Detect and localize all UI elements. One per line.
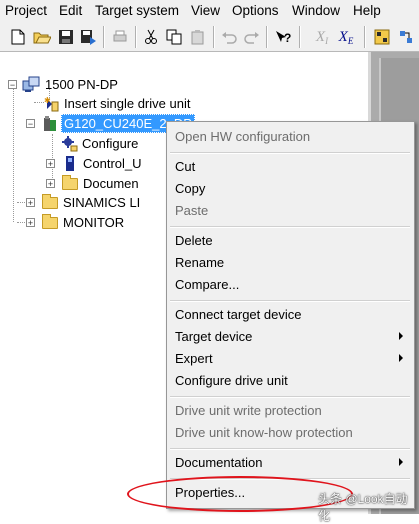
toggle-x-i-text: X <box>315 28 326 45</box>
tree-item-insert-drive-label: Insert single drive unit <box>64 96 191 111</box>
context-help-icon[interactable]: ? <box>273 27 293 47</box>
menu-item-label: Copy <box>175 181 206 196</box>
menu-item-knowhow-protection[interactable]: Drive unit know-how protection <box>175 423 407 443</box>
menu-item-label: Configure drive unit <box>175 373 288 388</box>
menu-item-label: Connect target device <box>175 307 302 322</box>
folder-icon <box>42 214 58 229</box>
folder-icon <box>62 175 78 190</box>
expand-icon[interactable]: + <box>46 179 55 189</box>
expand-icon[interactable]: + <box>26 198 35 208</box>
watermark: 头条 @Look自动化 <box>318 492 408 523</box>
toolbar-separator <box>135 26 137 48</box>
toggle-x-e-icon[interactable]: XE <box>336 27 356 47</box>
menu-item-label: Documentation <box>175 455 263 470</box>
menu-item-open-hw-config[interactable]: Open HW configuration <box>175 127 407 147</box>
menu-help[interactable]: Help <box>353 3 381 18</box>
grid-yellow-icon[interactable] <box>372 27 392 47</box>
menu-item-delete[interactable]: Delete <box>175 231 407 251</box>
menu-item-connect-target[interactable]: Connect target device <box>175 305 407 325</box>
toggle-x-i-icon[interactable]: XI <box>312 27 332 47</box>
new-icon[interactable] <box>8 27 28 47</box>
menu-view[interactable]: View <box>191 3 220 18</box>
insert-star-icon: ✱ <box>44 96 60 115</box>
menu-options[interactable]: Options <box>232 3 279 18</box>
svg-text:?: ? <box>284 31 291 45</box>
tree-item-control-unit-label: Control_U <box>83 156 142 171</box>
undo-icon[interactable] <box>219 27 239 47</box>
toggle-x-i-subscript: I <box>325 36 329 46</box>
tree-line <box>34 102 44 103</box>
svg-text:✱: ✱ <box>44 96 51 105</box>
copy-icon[interactable] <box>164 27 184 47</box>
tree-item-monitor-label: MONITOR <box>63 215 125 230</box>
menu-bar: Project Edit Target system View Options … <box>0 0 419 22</box>
save-compile-icon[interactable] <box>79 27 99 47</box>
toolbar-separator <box>103 26 105 48</box>
toggle-x-e-subscript: E <box>347 36 354 46</box>
tree-item-documentation-label: Documen <box>83 176 139 191</box>
menu-item-rename[interactable]: Rename <box>175 253 407 273</box>
menu-target-system[interactable]: Target system <box>95 3 179 18</box>
menu-separator <box>170 448 410 450</box>
collapse-icon[interactable]: − <box>26 119 35 129</box>
menu-item-label: Compare... <box>175 277 240 292</box>
menu-item-label: Target device <box>175 329 253 344</box>
save-icon[interactable] <box>56 27 76 47</box>
submenu-arrow-icon <box>399 354 403 362</box>
menu-separator <box>170 226 410 228</box>
toolbar: ? XI XE <box>0 22 419 52</box>
menu-item-label: Expert <box>175 351 213 366</box>
menu-separator <box>170 396 410 398</box>
menu-edit[interactable]: Edit <box>59 3 82 18</box>
expand-icon[interactable]: + <box>46 159 55 169</box>
menu-item-expert[interactable]: Expert <box>175 349 407 369</box>
menu-separator <box>170 300 410 302</box>
menu-item-write-protection[interactable]: Drive unit write protection <box>175 401 407 421</box>
folder-icon <box>42 194 58 209</box>
tree-root-label: 1500 PN-DP <box>45 77 118 92</box>
menu-item-documentation[interactable]: Documentation <box>175 453 407 473</box>
expand-icon[interactable]: + <box>26 218 35 228</box>
toolbar-separator <box>213 26 215 48</box>
menu-item-label: Paste <box>175 203 209 218</box>
toolbar-separator <box>299 26 301 48</box>
menu-item-copy[interactable]: Copy <box>175 179 407 199</box>
station-icon <box>22 76 40 96</box>
context-menu: Open HW configuration Cut Copy Paste Del… <box>166 121 415 509</box>
redo-icon[interactable] <box>242 27 262 47</box>
control-unit-icon <box>62 155 78 175</box>
toolbar-separator <box>266 26 268 48</box>
menu-item-cut[interactable]: Cut <box>175 157 407 177</box>
menu-item-configure-drive[interactable]: Configure drive unit <box>175 371 407 391</box>
menu-separator <box>170 152 410 154</box>
menu-item-label: Cut <box>175 159 196 174</box>
menu-project[interactable]: Project <box>5 3 47 18</box>
menu-item-label: Drive unit know-how protection <box>175 425 353 440</box>
submenu-arrow-icon <box>399 332 403 340</box>
drive-icon <box>42 115 58 135</box>
toolbar-separator <box>364 26 366 48</box>
tree-item-configure-label: Configure <box>82 136 139 151</box>
paste-icon[interactable] <box>188 27 208 47</box>
menu-item-target-device[interactable]: Target device <box>175 327 407 347</box>
tree-item-sinamics-label: SINAMICS LI <box>63 195 141 210</box>
menu-item-label: Delete <box>175 233 213 248</box>
gear-icon <box>62 136 78 155</box>
menu-item-paste[interactable]: Paste <box>175 201 407 221</box>
open-folder-icon[interactable] <box>32 27 52 47</box>
tree-line <box>13 88 14 222</box>
toggle-x-e-text: X <box>338 28 348 45</box>
menu-item-label: Drive unit write protection <box>175 403 322 418</box>
print-icon[interactable] <box>110 27 130 47</box>
collapse-icon[interactable]: − <box>8 80 17 90</box>
menu-item-label: Open HW configuration <box>175 129 311 144</box>
menu-item-compare[interactable]: Compare... <box>175 275 407 295</box>
menu-item-label: Rename <box>175 255 225 270</box>
menu-window[interactable]: Window <box>292 3 340 18</box>
network-icon[interactable] <box>396 27 416 47</box>
submenu-arrow-icon <box>399 458 403 466</box>
cut-icon[interactable] <box>141 27 161 47</box>
